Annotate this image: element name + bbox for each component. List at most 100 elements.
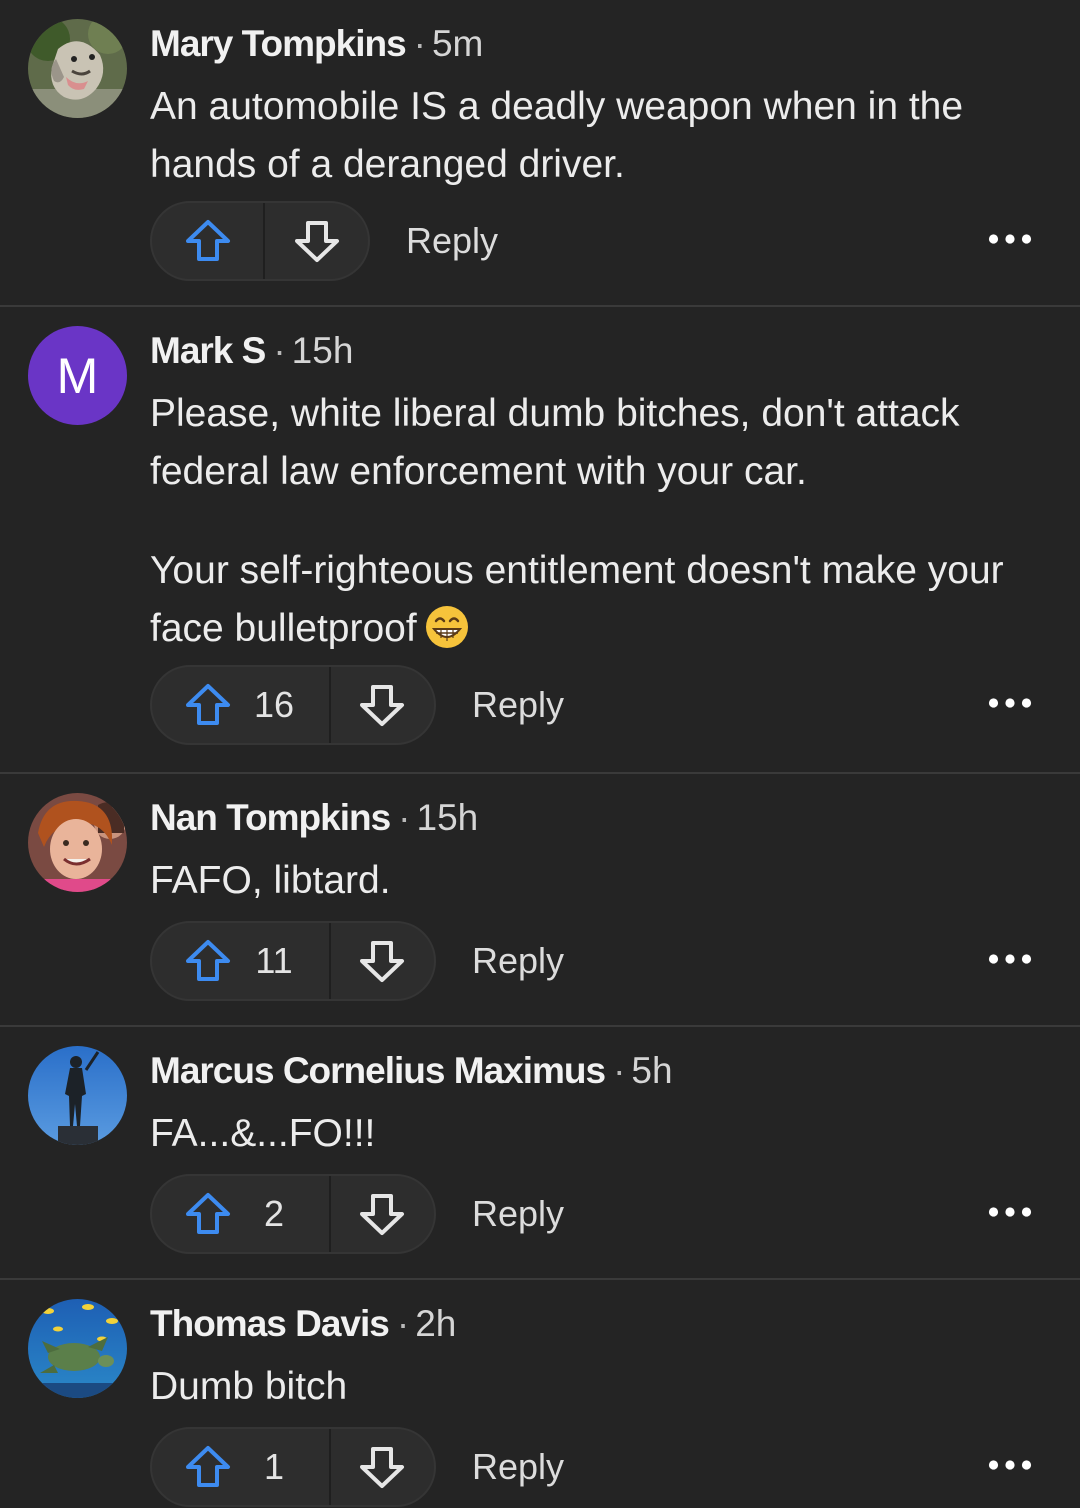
upvote-button[interactable]: 1 (152, 1429, 331, 1505)
upvote-button[interactable]: 2 (152, 1176, 331, 1252)
ellipsis-horizontal-icon (988, 952, 1032, 970)
comment-timestamp: 15h (291, 330, 354, 371)
sea-turtle-photo-avatar (28, 1299, 127, 1398)
comment-timestamp: 15h (416, 797, 479, 838)
more-options-button[interactable] (980, 201, 1040, 281)
author-name[interactable]: Thomas Davis (150, 1303, 390, 1344)
comment-item: Marcus Cornelius Maximus · 5h FA...&...FO!!… (0, 1027, 1080, 1280)
arrow-down-outline-icon (358, 1192, 406, 1236)
paragraph-text: Please, white liberal dumb bitches, don'… (150, 392, 960, 493)
comment-paragraph: FAFO, libtard. (150, 852, 1030, 910)
separator-dot: · (613, 1050, 626, 1091)
paragraph-text: FAFO, libtard. (150, 859, 391, 902)
vote-control: 2 (150, 1174, 436, 1254)
downvote-button[interactable] (331, 1176, 434, 1252)
comment-body: FAFO, libtard. (150, 852, 1030, 910)
arrow-up-outline-icon (184, 683, 232, 727)
avatar-letter: M (28, 326, 127, 425)
comment-paragraph: Your self-righteous entitlement doesn't … (150, 542, 1030, 658)
comment-actions: Reply (150, 201, 1050, 281)
comment-list: Mary Tompkins · 5m An automobile IS a deadl… (0, 0, 1080, 1508)
comment-item: Thomas Davis · 2h Dumb bitch 1 Reply (0, 1280, 1080, 1508)
reply-button[interactable]: Reply (472, 1174, 564, 1254)
author-name[interactable]: Nan Tompkins (150, 797, 391, 838)
author-name[interactable]: Marcus Cornelius Maximus (150, 1050, 606, 1091)
upvote-count: 16 (254, 684, 295, 725)
upvote-button[interactable]: 16 (152, 667, 331, 743)
upvote-count: 1 (263, 1446, 285, 1487)
comment-body: Please, white liberal dumb bitches, don'… (150, 385, 1030, 658)
downvote-button[interactable] (265, 203, 368, 279)
reply-button[interactable]: Reply (406, 201, 498, 281)
separator-dot: · (273, 330, 286, 371)
comment-content: Marcus Cornelius Maximus · 5h FA...&...FO!!… (150, 1048, 1030, 1163)
upvote-button[interactable] (152, 203, 266, 279)
comment-timestamp: 5h (631, 1050, 673, 1091)
vote-control: 16 (150, 665, 436, 745)
reply-button[interactable]: Reply (472, 921, 564, 1001)
comment-header: Marcus Cornelius Maximus · 5h (150, 1048, 1030, 1094)
arrow-down-outline-icon (358, 1445, 406, 1489)
comment-header: Mark S · 15h (150, 328, 1030, 374)
comment-body: FA...&...FO!!! (150, 1105, 1030, 1163)
comment-header: Thomas Davis · 2h (150, 1301, 1030, 1347)
comment-item: M Mark S · 15h Please, white liberal dumb bi… (0, 307, 1080, 774)
comment-body: Dumb bitch (150, 1358, 1030, 1416)
comment-content: Mark S · 15h Please, white liberal dumb bit… (150, 328, 1030, 658)
more-options-button[interactable] (980, 1174, 1040, 1254)
comment-header: Nan Tompkins · 15h (150, 795, 1030, 841)
arrow-up-outline-icon (184, 1445, 232, 1489)
avatar[interactable] (28, 19, 127, 118)
downvote-button[interactable] (331, 667, 434, 743)
arrow-up-outline-icon (184, 1192, 232, 1236)
arrow-down-outline-icon (293, 219, 341, 263)
comment-content: Mary Tompkins · 5m An automobile IS a deadl… (150, 21, 1030, 194)
comment-item: Mary Tompkins · 5m An automobile IS a deadl… (0, 0, 1080, 307)
comment-actions: 2 Reply (150, 1174, 1050, 1254)
downvote-button[interactable] (331, 923, 434, 999)
comment-content: Thomas Davis · 2h Dumb bitch (150, 1301, 1030, 1416)
comment-timestamp: 2h (415, 1303, 457, 1344)
ellipsis-horizontal-icon (988, 1458, 1032, 1476)
avatar[interactable]: M (28, 326, 127, 425)
separator-dot: · (413, 23, 426, 64)
comment-paragraph: Please, white liberal dumb bitches, don'… (150, 385, 1030, 501)
more-options-button[interactable] (980, 665, 1040, 745)
ellipsis-horizontal-icon (988, 232, 1032, 250)
comment-item: Nan Tompkins · 15h FAFO, libtard. 11 Reply (0, 774, 1080, 1027)
more-options-button[interactable] (980, 1427, 1040, 1507)
vote-control (150, 201, 370, 281)
vote-control: 1 (150, 1427, 436, 1507)
paragraph-text: Your self-righteous entitlement doesn't … (150, 549, 1004, 650)
comment-timestamp: 5m (431, 23, 484, 64)
upvote-count: 2 (263, 1193, 285, 1234)
grinning-face-emoji (425, 605, 469, 649)
comment-actions: 16 Reply (150, 665, 1050, 745)
ellipsis-horizontal-icon (988, 696, 1032, 714)
comment-body: An automobile IS a deadly weapon when in… (150, 78, 1030, 194)
arrow-down-outline-icon (358, 683, 406, 727)
author-name[interactable]: Mark S (150, 330, 266, 371)
vote-control: 11 (150, 921, 436, 1001)
comment-paragraph: Dumb bitch (150, 1358, 1030, 1416)
avatar[interactable] (28, 1299, 127, 1398)
upvote-button[interactable]: 11 (152, 923, 331, 999)
paragraph-text: An automobile IS a deadly weapon when in… (150, 85, 964, 186)
comment-actions: 11 Reply (150, 921, 1050, 1001)
woman-photo-avatar (28, 793, 127, 892)
separator-dot: · (396, 1303, 410, 1344)
author-name[interactable]: Mary Tompkins (150, 23, 407, 64)
arrow-up-outline-icon (184, 219, 232, 263)
comment-content: Nan Tompkins · 15h FAFO, libtard. (150, 795, 1030, 910)
arrow-up-outline-icon (184, 939, 232, 983)
more-options-button[interactable] (980, 921, 1040, 1001)
comment-paragraph: An automobile IS a deadly weapon when in… (150, 78, 1030, 194)
avatar[interactable] (28, 1046, 127, 1145)
downvote-button[interactable] (331, 1429, 434, 1505)
reply-button[interactable]: Reply (472, 1427, 564, 1507)
avatar[interactable] (28, 793, 127, 892)
paragraph-text: Dumb bitch (150, 1365, 348, 1408)
reply-button[interactable]: Reply (472, 665, 564, 745)
paragraph-text: FA...&...FO!!! (150, 1112, 376, 1155)
comment-actions: 1 Reply (150, 1427, 1050, 1507)
